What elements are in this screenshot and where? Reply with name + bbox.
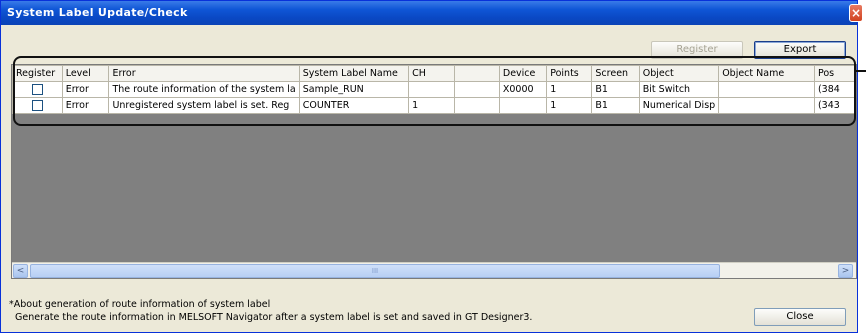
rows-highlight-callout [13, 56, 856, 126]
system-label-dialog: System Label Update/Check × Register Exp… [0, 0, 863, 333]
horizontal-scrollbar[interactable]: < III > [12, 262, 856, 278]
callout-leader-line [855, 70, 866, 72]
scroll-thumb[interactable]: III [30, 264, 720, 278]
close-button[interactable]: Close [754, 308, 846, 326]
scroll-right-icon[interactable]: > [838, 264, 853, 278]
dialog-title: System Label Update/Check [7, 6, 188, 19]
scroll-left-icon[interactable]: < [13, 264, 28, 278]
title-bar: System Label Update/Check [1, 1, 857, 25]
route-note-text: Generate the route information in MELSOF… [15, 312, 533, 323]
route-note-title: *About generation of route information o… [9, 299, 271, 310]
close-window-icon[interactable]: × [849, 4, 863, 22]
